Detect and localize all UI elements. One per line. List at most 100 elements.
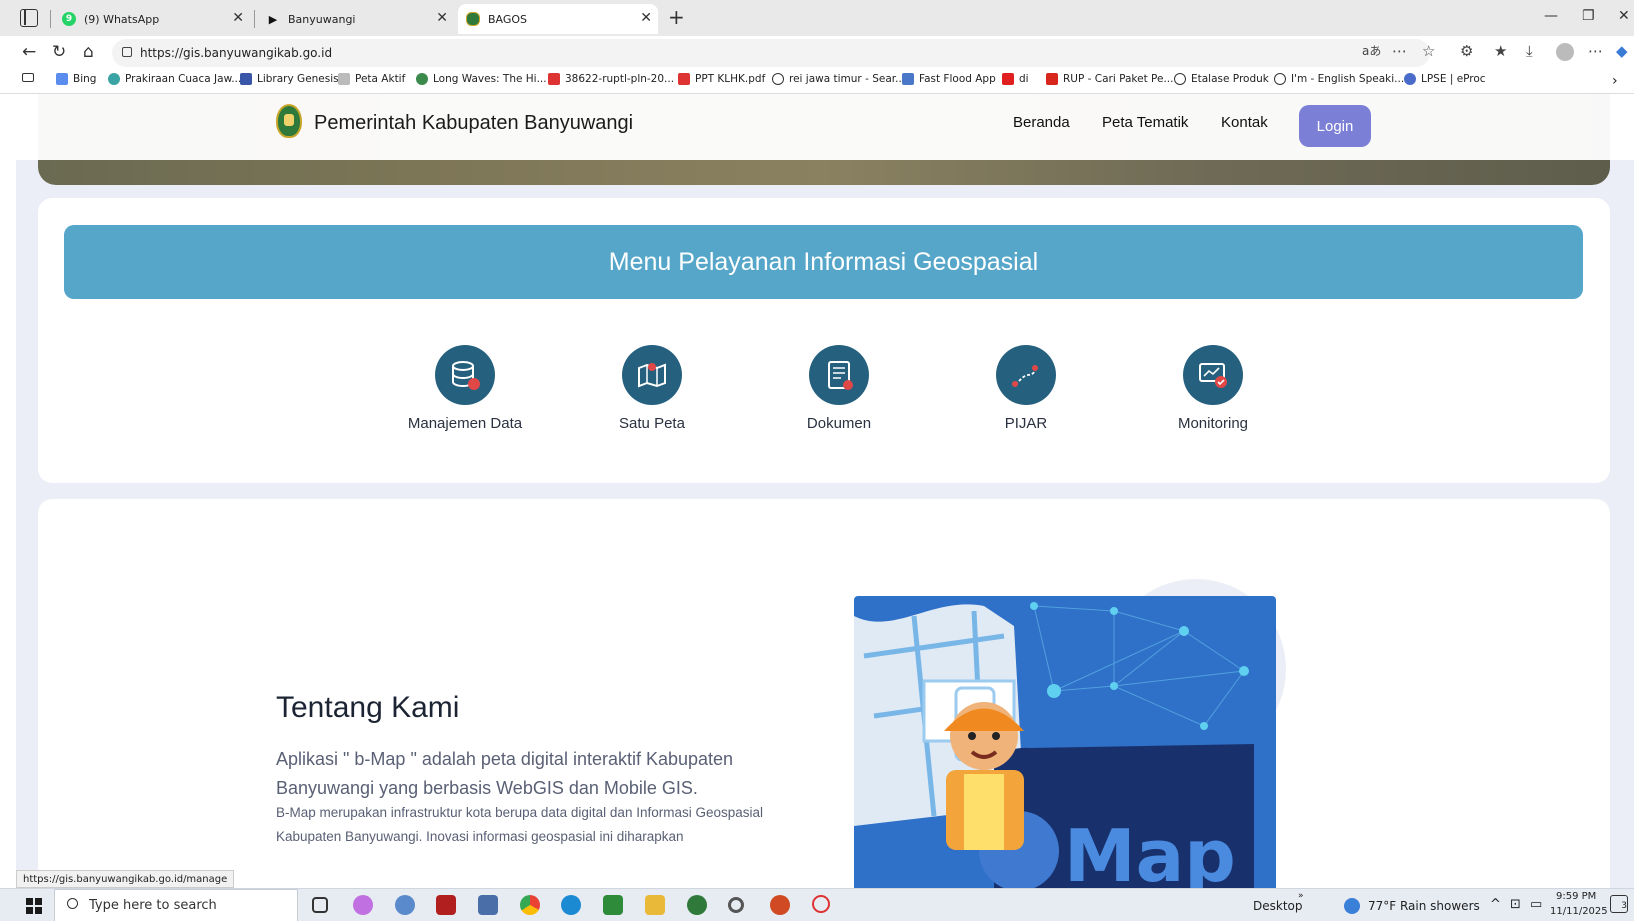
globe-icon [1274, 73, 1286, 85]
tab-title: Banyuwangi [288, 12, 356, 26]
bookmark-item[interactable]: RUP - Cari Paket Pe... [1046, 73, 1173, 85]
service-manajemen-data[interactable]: Manajemen Data [405, 345, 525, 432]
minimize-icon[interactable]: — [1544, 8, 1558, 24]
tab-whatsapp[interactable]: 9 (9) WhatsApp ✕ [54, 4, 250, 34]
taskbar-search-box[interactable]: Type here to search [54, 889, 298, 921]
back-icon[interactable]: ← [22, 42, 36, 62]
tabs-icon[interactable] [22, 73, 39, 82]
task-view-icon[interactable] [312, 897, 328, 913]
copilot-icon[interactable]: ◆ [1616, 42, 1628, 60]
close-tab-icon[interactable]: ✕ [436, 10, 448, 26]
downloads-icon[interactable]: ⤓ [1526, 42, 1533, 60]
about-card [38, 499, 1610, 888]
restore-icon[interactable]: ❐ [1582, 8, 1595, 24]
home-icon[interactable]: ⌂ [83, 42, 94, 62]
bookmark-item[interactable]: Library Genesis [240, 73, 339, 85]
url-text: https://gis.banyuwangikab.go.id [140, 46, 333, 60]
service-label: PIJAR [1004, 415, 1048, 432]
bookmark-item[interactable]: 38622-ruptl-pln-20... [548, 73, 674, 85]
more-page-icon[interactable]: ⋯ [1392, 42, 1407, 60]
refresh-icon[interactable]: ↻ [52, 42, 66, 62]
profile-avatar-icon[interactable] [1556, 43, 1574, 61]
search-placeholder: Type here to search [89, 898, 217, 913]
service-satu-peta[interactable]: Satu Peta [592, 345, 712, 432]
file-explorer-icon[interactable] [645, 895, 665, 915]
login-button[interactable]: Login [1299, 105, 1371, 147]
clock-date[interactable]: 11/11/2025 [1550, 906, 1608, 917]
banyuwangi-logo-icon [466, 12, 480, 26]
chart-app-icon[interactable] [603, 895, 623, 915]
chrome-icon[interactable] [520, 895, 540, 915]
bmap-illustration: Map [854, 596, 1276, 888]
tab-banyuwangi[interactable]: ▶ Banyuwangi ✕ [258, 4, 454, 34]
bookmark-item[interactable]: di [1002, 73, 1029, 85]
bookmark-item[interactable]: Etalase Produk [1174, 73, 1269, 85]
network-icon[interactable]: ⊡ [1510, 897, 1521, 912]
bookmark-item[interactable]: PPT KLHK.pdf [678, 73, 765, 85]
nav-beranda[interactable]: Beranda [1013, 114, 1070, 131]
desktop-toolbar-label[interactable]: Desktop [1253, 899, 1303, 913]
tab-actions-icon[interactable] [20, 9, 38, 27]
edge-icon[interactable] [561, 895, 581, 915]
weather-icon [108, 73, 120, 85]
tab-title: BAGOS [488, 12, 528, 26]
settings-icon[interactable] [728, 897, 744, 913]
new-tab-icon[interactable]: + [668, 5, 685, 29]
chevron-up-icon[interactable]: ^ [1490, 897, 1501, 912]
read-aloud-icon[interactable]: aあ [1362, 42, 1381, 59]
extensions-icon[interactable]: ⚙ [1460, 42, 1473, 60]
site-title[interactable]: Pemerintah Kabupaten Banyuwangi [314, 112, 633, 135]
banyuwangi-logo[interactable] [276, 104, 302, 138]
notification-icon[interactable]: 3 [1610, 895, 1628, 913]
bookmark-item[interactable]: Prakiraan Cuaca Jaw... [108, 73, 241, 85]
more-bookmarks-icon[interactable]: › [1612, 73, 1618, 89]
close-tab-icon[interactable]: ✕ [232, 10, 244, 26]
globe-icon [772, 73, 784, 85]
settings-menu-icon[interactable]: ⋯ [1588, 42, 1603, 60]
files-app-icon[interactable] [478, 895, 498, 915]
weather-rain-icon[interactable] [1344, 898, 1360, 914]
favorite-star-icon[interactable]: ☆ [1422, 42, 1435, 60]
bookmark-item[interactable]: Peta Aktif [338, 73, 405, 85]
monitor-check-icon [1183, 345, 1243, 405]
bookmark-item[interactable]: Long Waves: The Hi... [416, 73, 547, 85]
nav-peta-tematik[interactable]: Peta Tematik [1102, 114, 1188, 131]
snipping-tool-icon[interactable] [812, 895, 830, 913]
service-dokumen[interactable]: Dokumen [779, 345, 899, 432]
tab-separator [50, 10, 51, 28]
weather-app-icon[interactable] [395, 895, 415, 915]
about-body-text: B-Map merupakan infrastruktur kota berup… [276, 805, 764, 844]
favorites-icon[interactable]: ★ [1494, 42, 1507, 60]
powerpoint-icon[interactable] [770, 895, 790, 915]
lock-icon [122, 47, 132, 57]
whatsapp-icon: 9 [62, 12, 76, 26]
window-close-icon[interactable]: ✕ [1618, 8, 1630, 24]
bookmark-item[interactable]: Fast Flood App [902, 73, 996, 85]
service-monitoring[interactable]: Monitoring [1153, 345, 1273, 432]
status-link-preview: https://gis.banyuwangikab.go.id/manage [16, 870, 235, 888]
shield-app-icon[interactable] [687, 895, 707, 915]
map-pin-icon [622, 345, 682, 405]
bookmark-item[interactable]: Bing [56, 73, 96, 85]
service-label: Dokumen [806, 415, 872, 432]
copilot-app-icon[interactable] [353, 895, 373, 915]
chevron-right-icon[interactable]: » [1298, 891, 1304, 901]
tab-separator [254, 10, 255, 28]
tab-bagos[interactable]: BAGOS ✕ [458, 4, 658, 34]
clock-time[interactable]: 9:59 PM [1556, 891, 1596, 902]
address-bar[interactable]: https://gis.banyuwangikab.go.id [112, 39, 1430, 67]
youtube-icon [1002, 73, 1014, 85]
media-app-icon[interactable] [436, 895, 456, 915]
windows-start-icon[interactable] [26, 898, 42, 914]
about-title: Tentang Kami [276, 691, 460, 724]
close-tab-icon[interactable]: ✕ [640, 10, 652, 26]
bookmark-item[interactable]: I'm - English Speaki... [1274, 73, 1404, 85]
bookmark-item[interactable]: rei jawa timur - Sear... [772, 73, 905, 85]
search-icon [67, 898, 78, 909]
battery-icon[interactable]: ▭ [1530, 897, 1542, 912]
weather-text[interactable]: 77°F Rain showers [1368, 899, 1480, 913]
nav-kontak[interactable]: Kontak [1221, 114, 1268, 131]
bookmark-item[interactable]: LPSE | eProc [1404, 73, 1486, 85]
search-icon [56, 73, 68, 85]
service-pijar[interactable]: PIJAR [966, 345, 1086, 432]
